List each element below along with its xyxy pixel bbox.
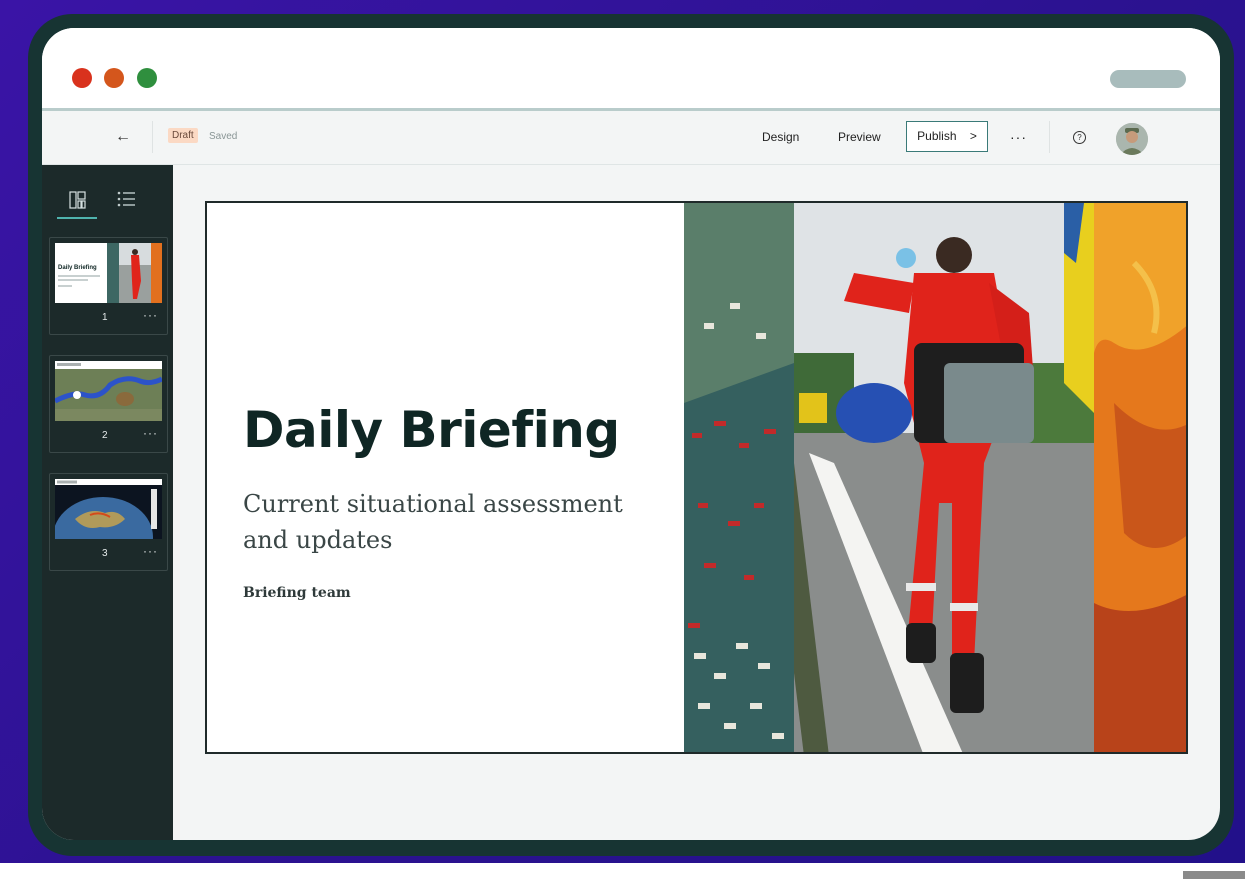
slide-author[interactable]: Briefing team xyxy=(243,585,351,601)
slide-thumbnail[interactable]: 3 ··· xyxy=(49,473,168,571)
list-icon xyxy=(117,191,135,207)
thumbnail-text-line xyxy=(58,275,100,277)
avatar-photo xyxy=(1116,123,1148,155)
maximize-window-dot[interactable] xyxy=(137,68,157,88)
bottom-strip xyxy=(0,863,1245,879)
minimize-window-dot[interactable] xyxy=(104,68,124,88)
slide-thumbnail[interactable]: 2 ··· xyxy=(49,355,168,453)
slide-thumbnail-preview xyxy=(55,479,162,539)
slide-number: 1 xyxy=(102,312,108,323)
publish-button[interactable]: Publish > xyxy=(906,121,988,152)
device-frame: ← Draft Saved Design Preview Publish > ·… xyxy=(28,14,1234,856)
slide-thumbnail[interactable]: Daily Briefing 1 ··· xyxy=(49,237,168,335)
close-window-dot[interactable] xyxy=(72,68,92,88)
publish-label: Publish xyxy=(917,129,957,143)
slide-more-button[interactable]: ··· xyxy=(143,544,158,558)
thumbnail-text-line xyxy=(58,279,88,281)
slide-number: 3 xyxy=(102,548,108,559)
slide-more-button[interactable]: ··· xyxy=(143,426,158,440)
slide-more-button[interactable]: ··· xyxy=(143,308,158,322)
slide-cover-image[interactable] xyxy=(684,203,1188,754)
design-button[interactable]: Design xyxy=(762,123,799,151)
slide-thumbnail-preview xyxy=(55,361,162,421)
slide-canvas: Daily Briefing Current situational asses… xyxy=(173,165,1220,840)
current-slide[interactable]: Daily Briefing Current situational asses… xyxy=(205,201,1188,754)
app-toolbar: ← Draft Saved Design Preview Publish > ·… xyxy=(42,111,1220,165)
back-arrow-icon[interactable]: ← xyxy=(112,123,134,151)
tab-slides-list[interactable] xyxy=(108,183,148,217)
tab-slides-grid[interactable] xyxy=(57,183,97,219)
thumbnail-globe-image xyxy=(55,479,162,539)
window-chrome xyxy=(42,28,1220,111)
user-avatar[interactable] xyxy=(1116,123,1148,155)
preview-button[interactable]: Preview xyxy=(838,123,881,151)
help-icon[interactable]: ? xyxy=(1073,131,1086,144)
thumbnail-map-image xyxy=(55,361,162,421)
toolbar-divider xyxy=(1049,121,1050,153)
corner-patch xyxy=(1183,871,1245,879)
chevron-right-icon: > xyxy=(969,129,977,143)
slide-number: 2 xyxy=(102,430,108,441)
draft-status-badge: Draft xyxy=(168,128,198,143)
thumbnail-image xyxy=(107,243,162,303)
grid-layout-icon xyxy=(69,191,86,209)
save-state-label: Saved xyxy=(209,131,238,142)
thumbnail-text-line xyxy=(58,285,72,287)
more-options-button[interactable]: ··· xyxy=(1010,123,1027,151)
slide-subtitle[interactable]: Current situational assessment and updat… xyxy=(243,486,663,558)
slide-thumbnail-preview: Daily Briefing xyxy=(55,243,162,303)
device-screen: ← Draft Saved Design Preview Publish > ·… xyxy=(42,28,1220,840)
slide-title[interactable]: Daily Briefing xyxy=(243,401,620,459)
address-pill[interactable] xyxy=(1110,70,1186,88)
slide-sidebar: Daily Briefing 1 ··· 2 ··· 3 ··· xyxy=(42,165,173,840)
toolbar-divider xyxy=(152,121,153,153)
thumbnail-title: Daily Briefing xyxy=(58,265,97,271)
